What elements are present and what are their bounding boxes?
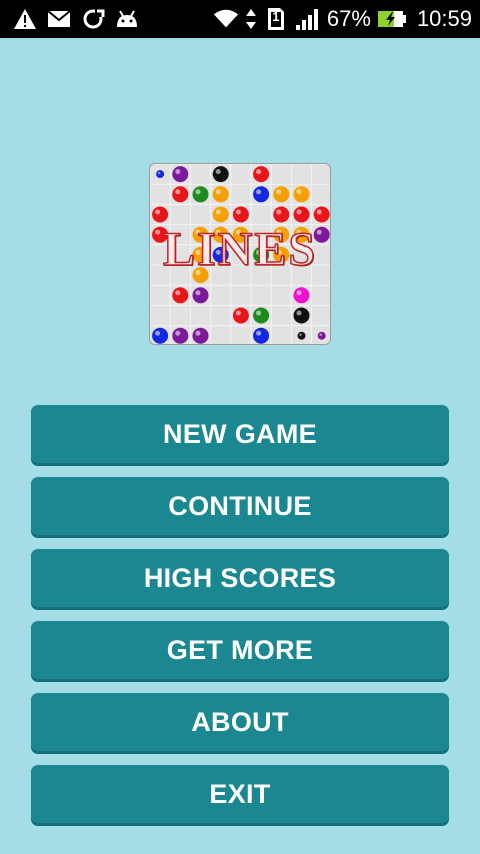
logo-ball-highlight xyxy=(175,169,181,175)
logo-ball-highlight xyxy=(215,169,221,175)
battery-charging-icon xyxy=(377,6,407,32)
logo-ball xyxy=(172,186,189,203)
logo-ball-highlight xyxy=(296,310,302,316)
logo-ball-highlight xyxy=(276,209,282,215)
gmail-icon xyxy=(46,6,72,32)
logo-ball-highlight xyxy=(235,310,241,316)
logo-ball xyxy=(172,287,189,304)
clock-time: 10:59 xyxy=(416,6,472,31)
logo-ball-highlight xyxy=(155,330,161,336)
logo-ball xyxy=(192,186,209,203)
logo-ball xyxy=(253,186,270,203)
logo-ball-highlight xyxy=(316,209,322,215)
logo-ball xyxy=(156,170,165,179)
logo-ball xyxy=(192,327,209,344)
logo-ball-highlight xyxy=(175,189,181,195)
status-bar-system: 1 67% 10:59 xyxy=(213,0,472,38)
logo-ball-highlight xyxy=(215,189,221,195)
logo-ball-highlight xyxy=(175,330,181,336)
sim-slot-number: 1 xyxy=(272,9,280,24)
logo-ball xyxy=(232,206,249,223)
new-game-button[interactable]: NEW GAME xyxy=(31,405,449,463)
logo-ball xyxy=(212,206,229,223)
logo-ball xyxy=(293,307,310,324)
logo-ball xyxy=(172,327,189,344)
logo-ball xyxy=(293,206,310,223)
logo-ball-highlight xyxy=(157,171,161,175)
logo-ball xyxy=(253,166,270,183)
exit-button[interactable]: EXIT xyxy=(31,765,449,823)
logo-ball xyxy=(152,206,169,223)
sync-icon xyxy=(80,6,106,32)
logo-ball-highlight xyxy=(256,330,262,336)
android-debug-icon xyxy=(114,6,140,32)
continue-button[interactable]: CONTINUE xyxy=(31,477,449,535)
logo-ball xyxy=(232,307,249,324)
logo-ball xyxy=(293,186,310,203)
logo-ball-highlight xyxy=(296,290,302,296)
logo-title: LINES xyxy=(162,222,318,277)
logo-ball-highlight xyxy=(195,290,201,296)
logo-ball-highlight xyxy=(175,290,181,296)
logo-ball xyxy=(192,287,209,304)
logo-ball xyxy=(212,166,229,183)
status-bar-notifications xyxy=(12,0,140,38)
logo-ball xyxy=(172,166,189,183)
logo-ball-highlight xyxy=(215,209,221,215)
logo-ball xyxy=(253,327,270,344)
data-transfer-icon xyxy=(245,6,257,32)
logo-ball-highlight xyxy=(195,330,201,336)
logo-ball-highlight xyxy=(256,189,262,195)
about-button[interactable]: ABOUT xyxy=(31,693,449,751)
logo-ball-highlight xyxy=(235,209,241,215)
logo-ball-highlight xyxy=(296,189,302,195)
logo-ball xyxy=(313,206,330,223)
get-more-button[interactable]: GET MORE xyxy=(31,621,449,679)
logo-ball xyxy=(212,186,229,203)
logo-ball xyxy=(253,307,270,324)
logo-ball-highlight xyxy=(195,189,201,195)
logo-ball xyxy=(152,327,169,344)
wifi-icon xyxy=(213,6,239,32)
lines-logo: LINES xyxy=(149,163,331,345)
signal-icon xyxy=(295,6,321,32)
logo-ball xyxy=(273,186,290,203)
logo-ball xyxy=(273,206,290,223)
logo-ball-highlight xyxy=(155,209,161,215)
battery-percent: 67% xyxy=(326,6,371,31)
logo-ball-highlight xyxy=(319,333,322,336)
logo-ball xyxy=(293,287,310,304)
logo-ball-highlight xyxy=(299,333,302,336)
logo-ball-highlight xyxy=(276,189,282,195)
logo-ball-highlight xyxy=(256,310,262,316)
logo-ball xyxy=(297,331,306,340)
warning-icon xyxy=(12,6,38,32)
logo-ball xyxy=(317,331,326,340)
logo-ball-highlight xyxy=(256,169,262,175)
main-menu: NEW GAME CONTINUE HIGH SCORES GET MORE A… xyxy=(31,405,449,837)
sim-icon: 1 xyxy=(263,6,289,32)
logo-ball-highlight xyxy=(296,209,302,215)
high-scores-button[interactable]: HIGH SCORES xyxy=(31,549,449,607)
status-bar: 1 67% 10:59 xyxy=(0,0,480,38)
